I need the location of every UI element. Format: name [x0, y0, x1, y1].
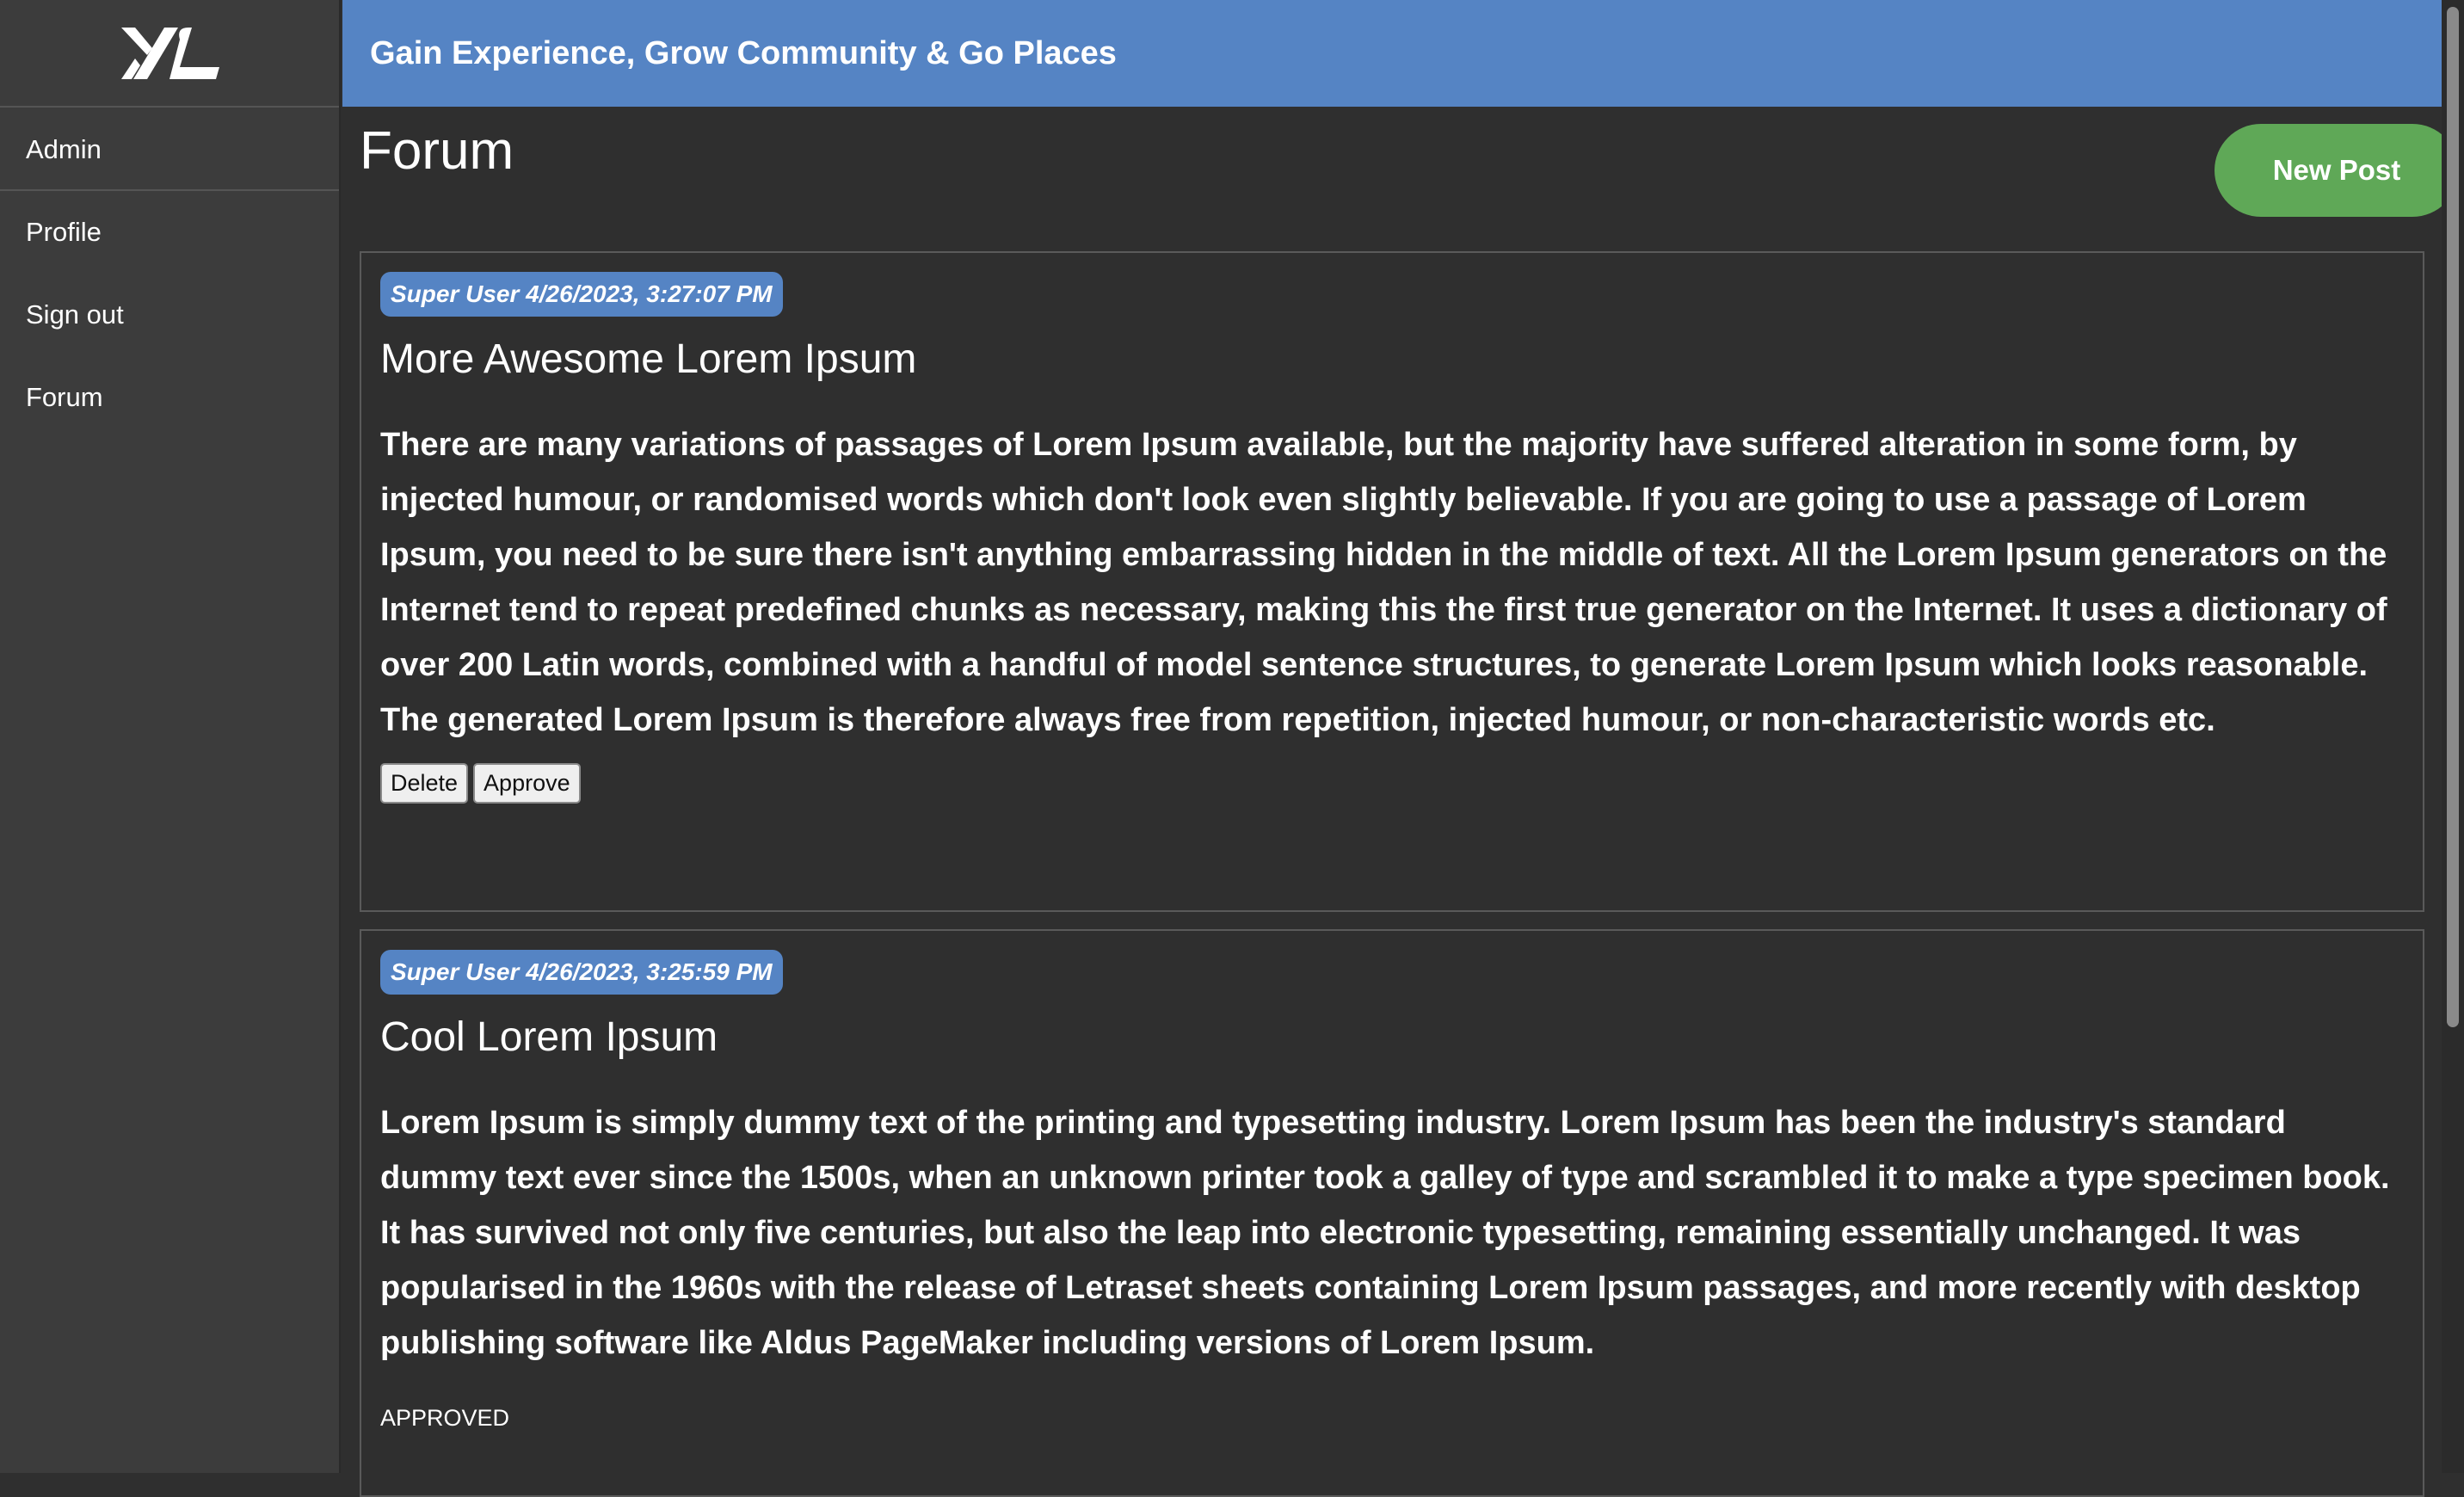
post-actions: Delete Approve — [380, 763, 2404, 804]
forum-post: Super User 4/26/2023, 3:25:59 PM Cool Lo… — [360, 929, 2424, 1497]
post-title: More Awesome Lorem Ipsum — [380, 336, 917, 382]
main-content: Forum New Post Super User 4/26/2023, 3:2… — [342, 107, 2459, 1497]
post-body: Lorem Ipsum is simply dummy text of the … — [380, 1105, 2390, 1361]
delete-button[interactable]: Delete — [380, 763, 469, 804]
approve-button[interactable]: Approve — [473, 763, 581, 804]
new-post-button[interactable]: New Post — [2215, 124, 2459, 217]
page-title: Forum — [360, 121, 514, 181]
logo-container — [0, 0, 339, 108]
top-banner: Gain Experience, Grow Community & Go Pla… — [342, 0, 2442, 107]
banner-title: Gain Experience, Grow Community & Go Pla… — [370, 34, 1117, 71]
post-title: Cool Lorem Ipsum — [380, 1014, 718, 1060]
scrollbar-track[interactable] — [2442, 0, 2464, 1473]
post-status: APPROVED — [380, 1405, 510, 1431]
sidebar-item-sign-out[interactable]: Sign out — [0, 274, 339, 356]
post-meta-badge: Super User 4/26/2023, 3:25:59 PM — [380, 950, 783, 995]
sidebar-item-admin[interactable]: Admin — [0, 108, 339, 191]
scrollbar-thumb[interactable] — [2447, 7, 2459, 1027]
sidebar: Admin Profile Sign out Forum — [0, 0, 341, 1473]
forum-post: Super User 4/26/2023, 3:27:07 PM More Aw… — [360, 251, 2424, 912]
sidebar-item-forum[interactable]: Forum — [0, 356, 339, 439]
sidebar-item-profile[interactable]: Profile — [0, 191, 339, 274]
xl-logo[interactable] — [118, 22, 221, 84]
post-body: There are many variations of passages of… — [380, 427, 2387, 738]
post-meta-badge: Super User 4/26/2023, 3:27:07 PM — [380, 272, 783, 317]
